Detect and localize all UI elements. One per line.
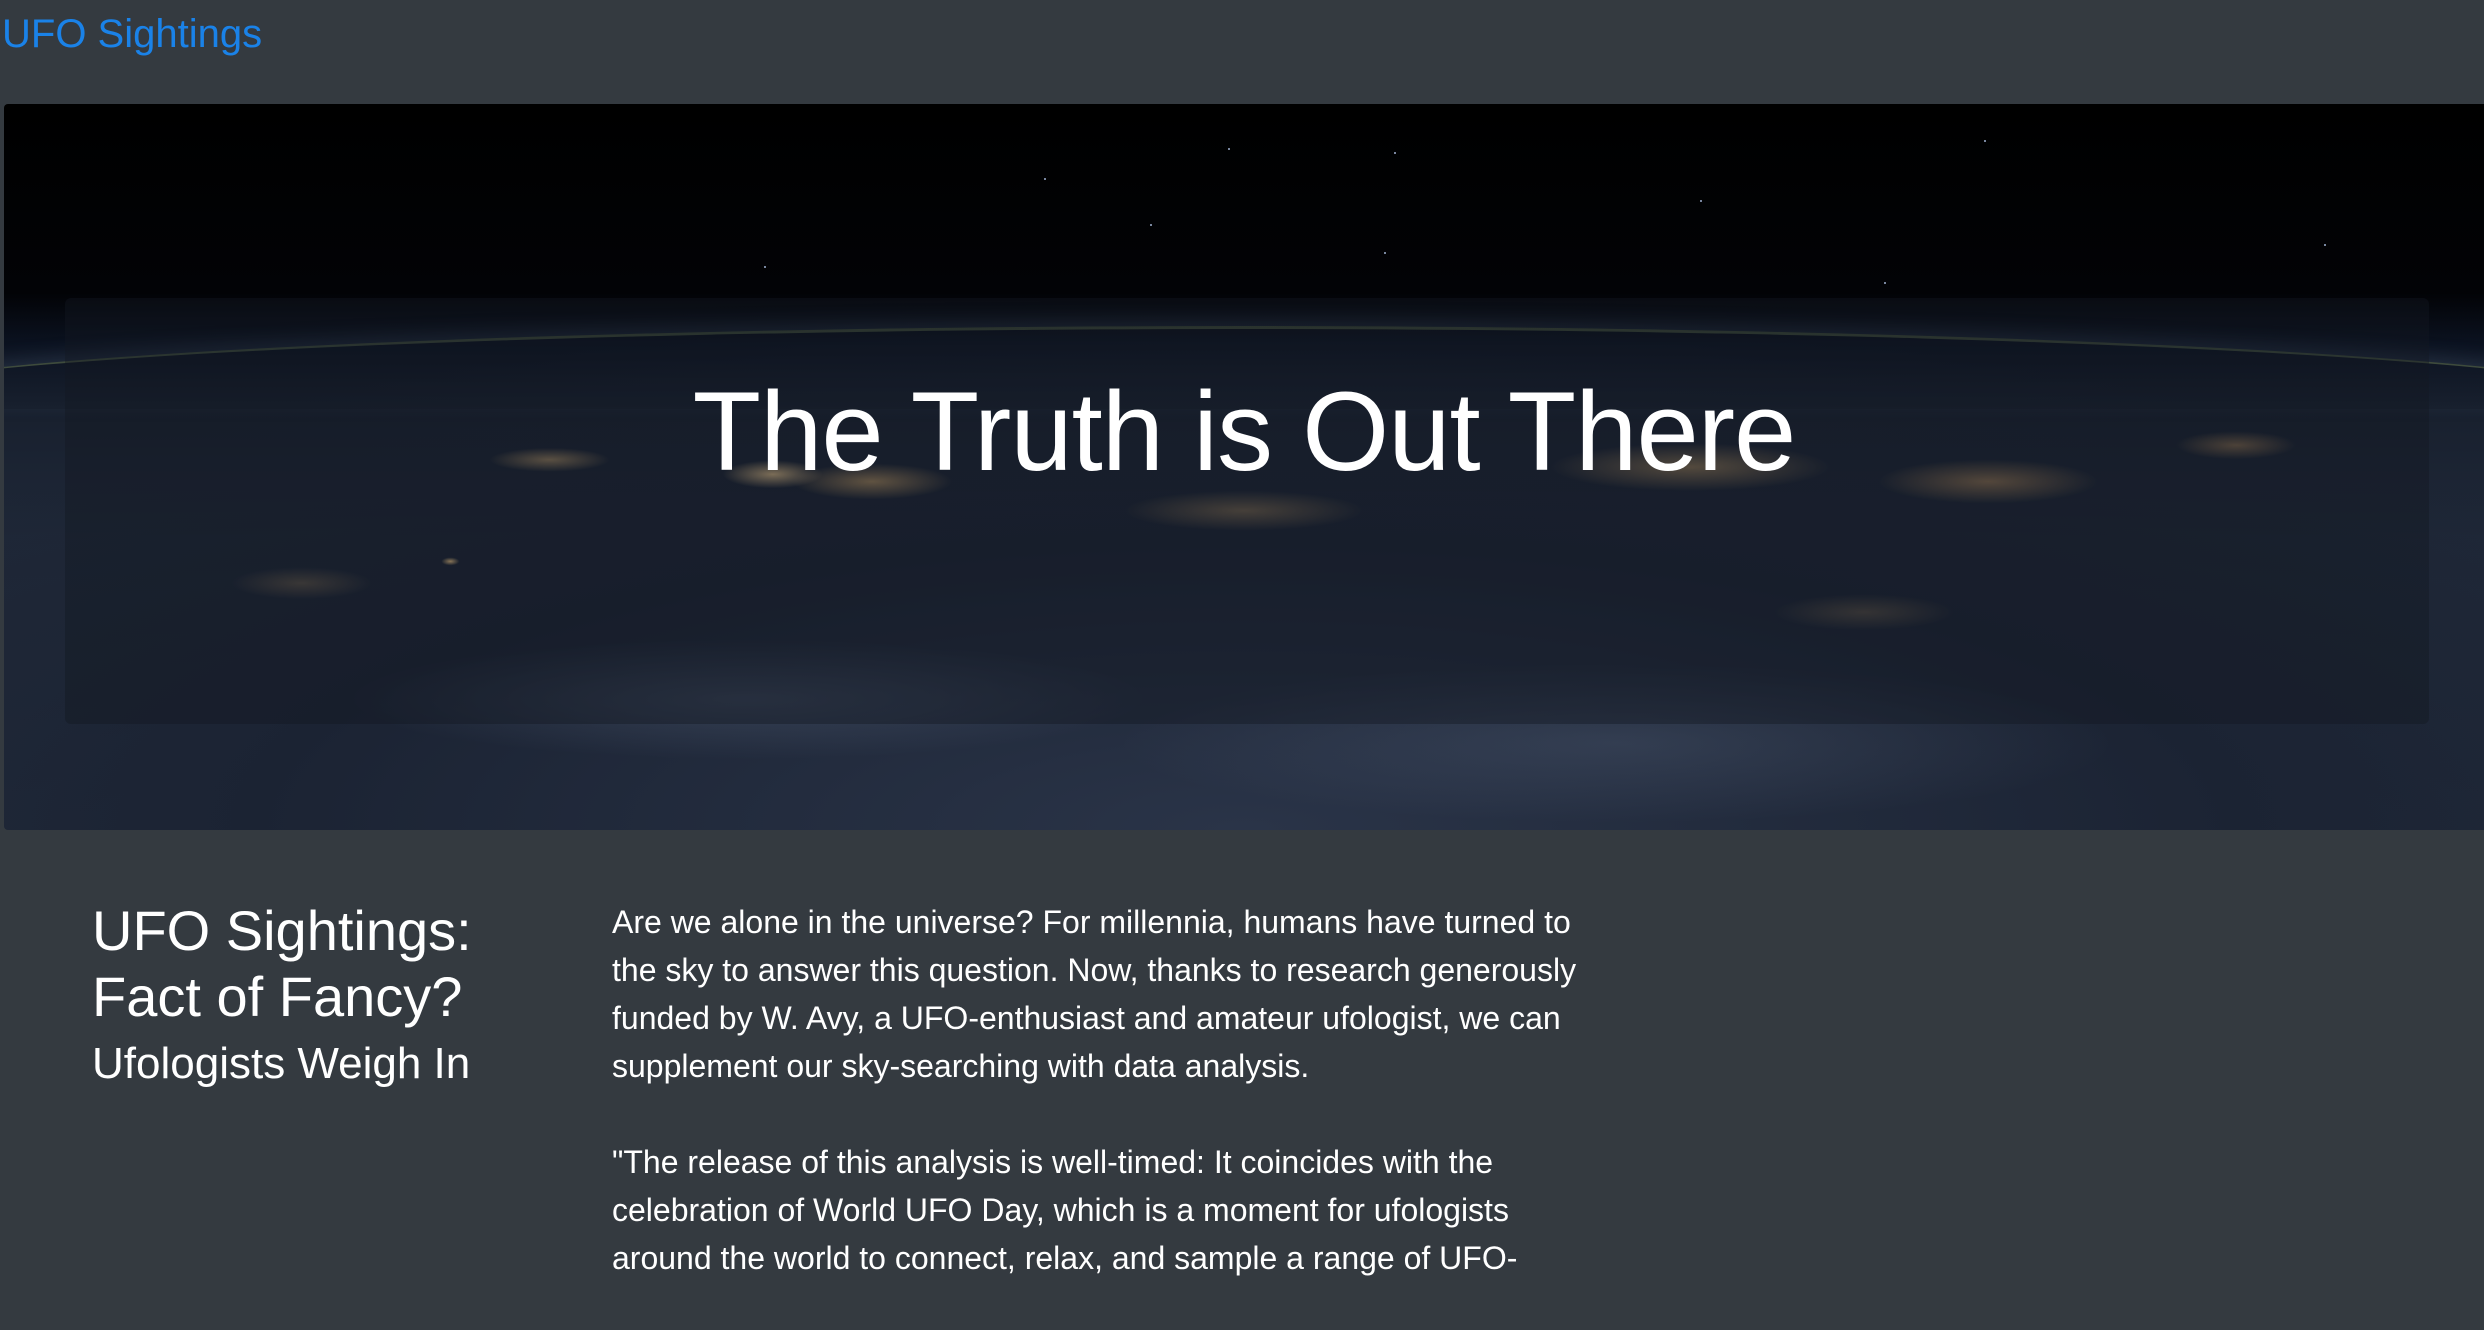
- star: [1044, 178, 1046, 180]
- star: [1394, 152, 1396, 154]
- star: [1884, 282, 1886, 284]
- star: [1150, 224, 1152, 226]
- main-content: UFO Sightings: Fact of Fancy? Ufologists…: [0, 830, 2484, 1288]
- star: [1228, 148, 1230, 150]
- article-headline: UFO Sightings: Fact of Fancy?: [92, 899, 472, 1028]
- star: [1384, 252, 1386, 254]
- hero-title: The Truth is Out There: [692, 369, 1797, 494]
- article-paragraph: "The release of this analysis is well-ti…: [612, 1144, 1518, 1276]
- article-heading-column: UFO Sightings: Fact of Fancy? Ufologists…: [92, 898, 552, 1092]
- brand-link[interactable]: UFO Sightings: [2, 6, 262, 62]
- star: [1984, 140, 1986, 142]
- top-navbar: UFO Sightings: [0, 0, 2484, 104]
- article-subheadline: Ufologists Weigh In: [92, 1039, 471, 1088]
- hero-banner: The Truth is Out There: [4, 104, 2484, 830]
- article-body-column: Are we alone in the universe? For millen…: [612, 898, 1612, 1330]
- jumbotron-panel: [65, 298, 2429, 724]
- article-paragraph: Are we alone in the universe? For millen…: [612, 904, 1577, 1084]
- star: [1700, 200, 1702, 202]
- star: [764, 266, 766, 268]
- star: [2324, 244, 2326, 246]
